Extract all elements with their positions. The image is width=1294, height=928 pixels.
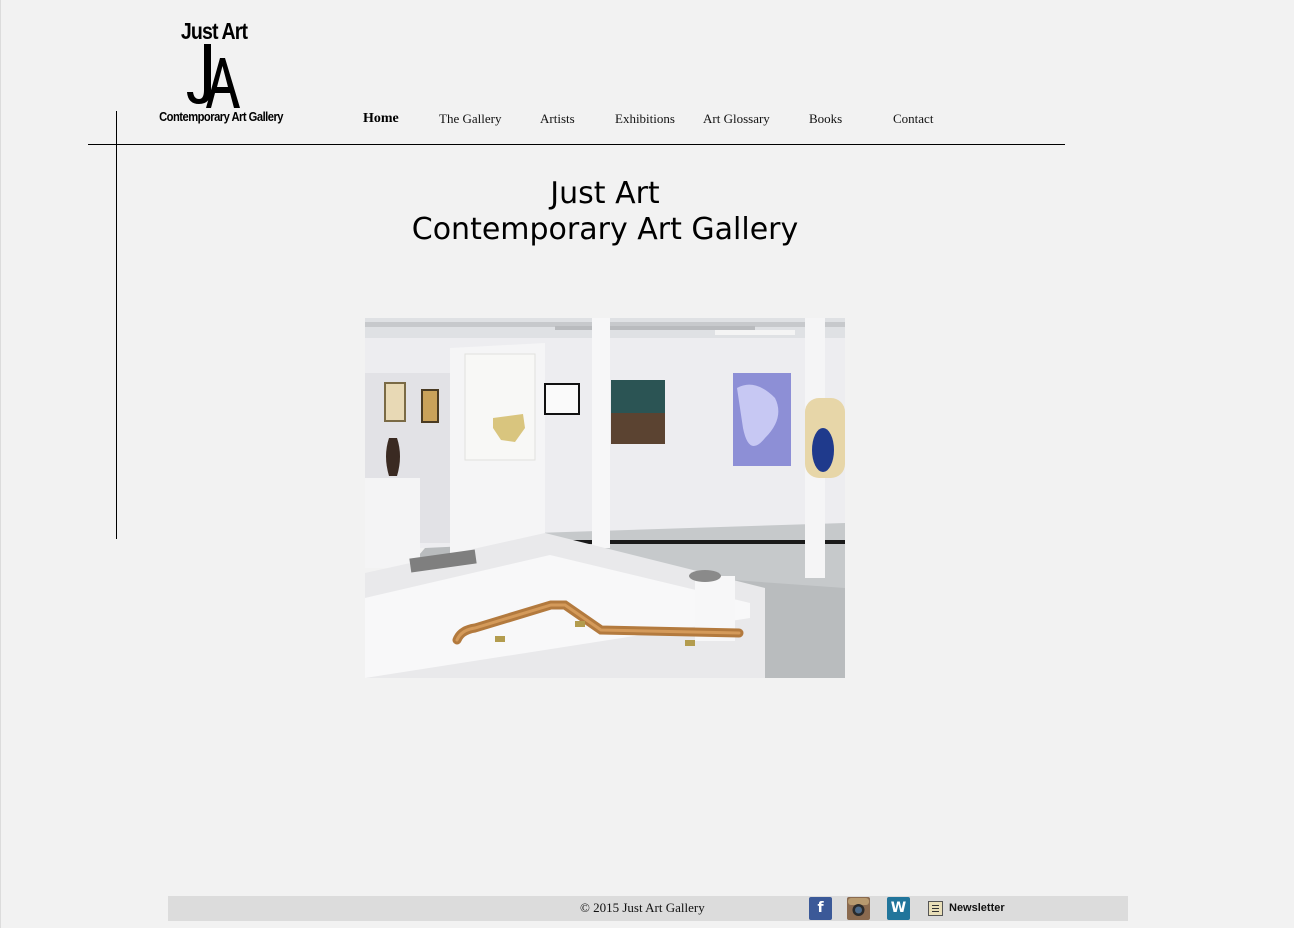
- page-left-border: [0, 0, 1, 928]
- logo-title: Just Art: [180, 18, 248, 44]
- instagram-icon[interactable]: [847, 897, 870, 920]
- nav-art-glossary[interactable]: Art Glossary: [703, 111, 770, 127]
- logo-subtitle: Contemporary Art Gallery: [159, 109, 283, 124]
- page-title-line1: Just Art: [550, 176, 660, 211]
- newsletter-label: Newsletter: [949, 902, 1005, 914]
- nav-artists[interactable]: Artists: [540, 111, 575, 127]
- gallery-photo: [365, 318, 845, 678]
- ja-logo-mark: [187, 44, 240, 108]
- nav-books[interactable]: Books: [809, 111, 842, 127]
- nav-home[interactable]: Home: [363, 111, 399, 127]
- site-logo[interactable]: Just Art Contemporary Art Gallery: [150, 14, 283, 126]
- site-footer: © 2015 Just Art Gallery f W Newsletter: [168, 896, 1128, 921]
- wordpress-glyph: W: [890, 900, 907, 916]
- vertical-divider: [116, 111, 117, 539]
- nav-the-gallery[interactable]: The Gallery: [439, 111, 501, 127]
- page-title: Just Art Contemporary Art Gallery: [340, 176, 870, 248]
- newsletter-icon: [928, 901, 943, 916]
- page-title-line2: Contemporary Art Gallery: [411, 212, 799, 247]
- facebook-icon[interactable]: f: [809, 897, 832, 920]
- instagram-glyph: [848, 898, 869, 919]
- facebook-glyph: f: [817, 900, 824, 916]
- nav-contact[interactable]: Contact: [893, 111, 933, 127]
- header-divider: [88, 144, 1065, 145]
- gallery-interior-image: [365, 318, 845, 678]
- wordpress-icon[interactable]: W: [887, 897, 910, 920]
- nav-exhibitions[interactable]: Exhibitions: [615, 111, 675, 127]
- copyright-text: © 2015 Just Art Gallery: [580, 900, 705, 915]
